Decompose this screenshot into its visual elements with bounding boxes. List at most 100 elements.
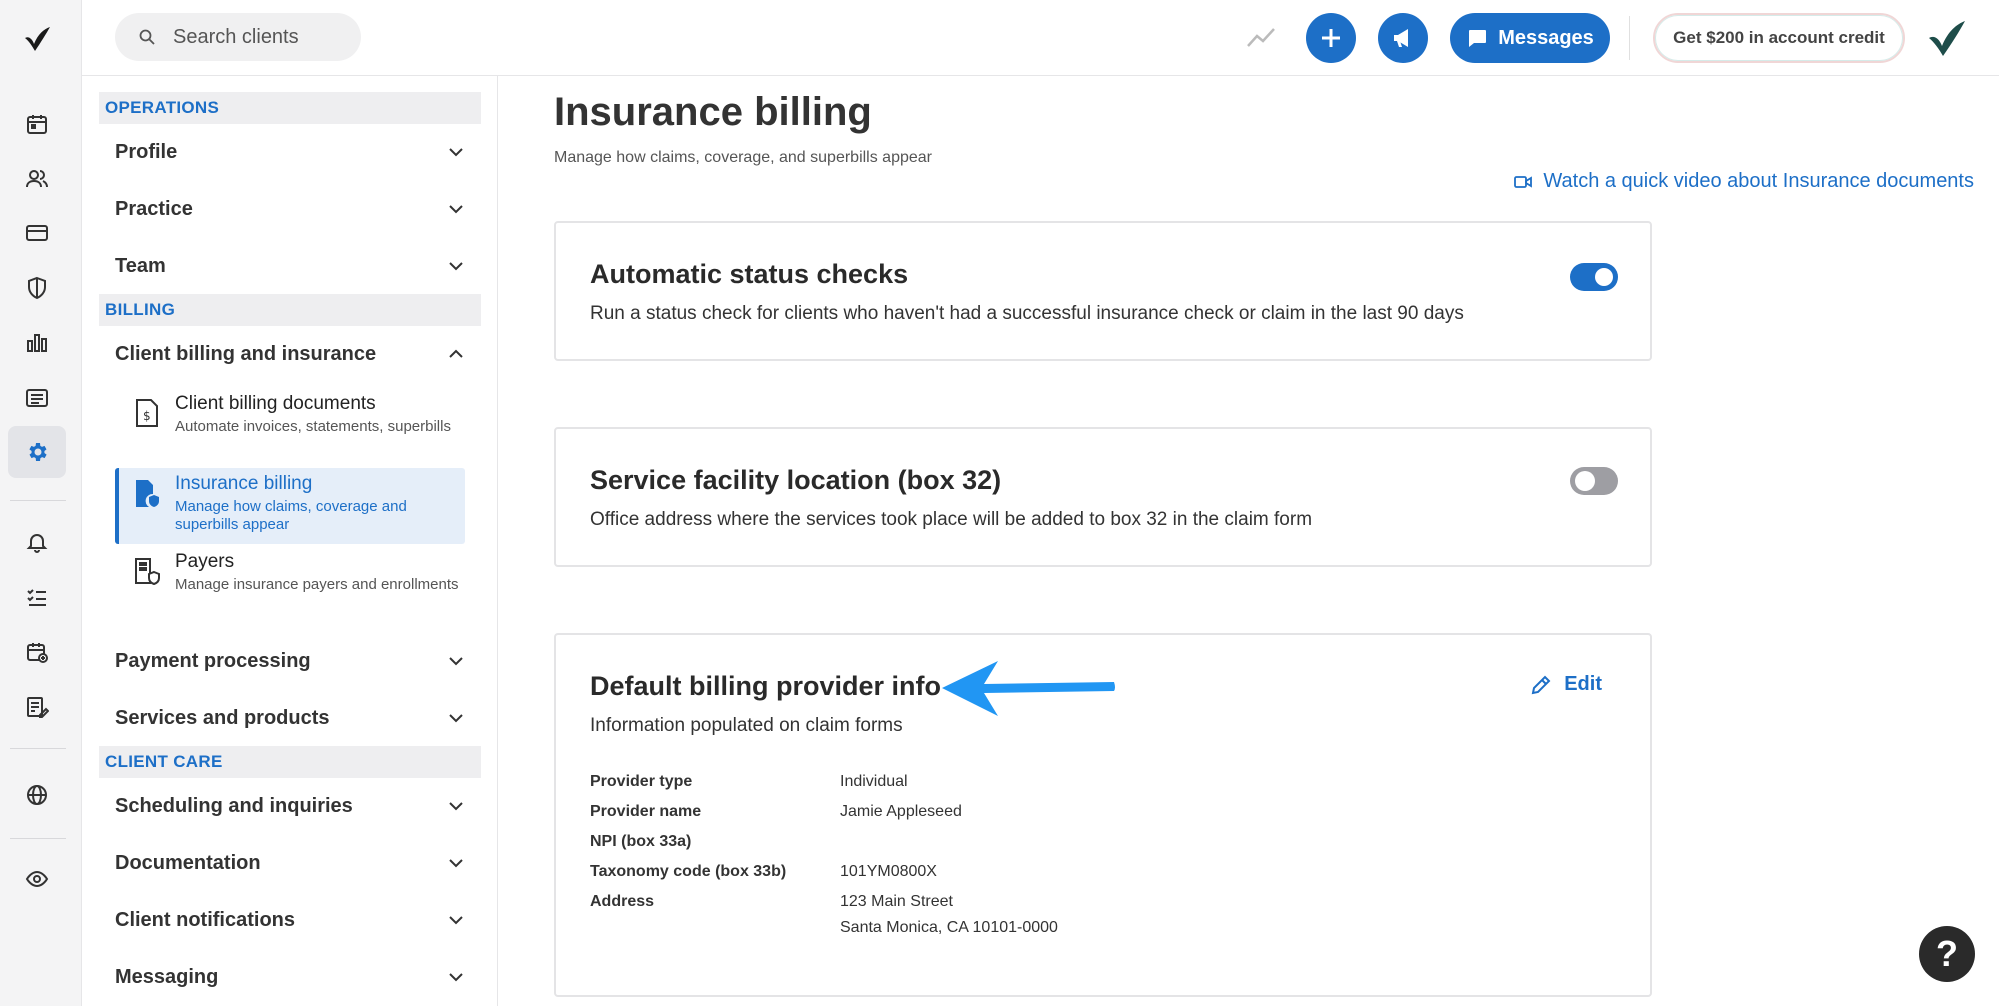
service-facility-toggle[interactable] <box>1570 467 1618 495</box>
subnav-payers[interactable]: Payers Manage insurance payers and enrol… <box>115 550 465 626</box>
watch-video-link[interactable]: Watch a quick video about Insurance docu… <box>1494 170 1974 193</box>
account-credit-button[interactable]: Get $200 in account credit <box>1653 13 1905 63</box>
plus-icon <box>1322 29 1340 47</box>
detail-key: Address <box>590 893 655 910</box>
pencil-icon <box>1531 675 1551 694</box>
nav-item-client-billing-insurance[interactable]: Client billing and insurance <box>115 334 465 374</box>
brand-logo-icon[interactable] <box>1925 16 1969 60</box>
nav-item-label: Profile <box>115 140 178 163</box>
provider-detail-row: Santa Monica, CA 10101-0000 <box>590 917 1290 939</box>
service-facility-location-card: Service facility location (box 32) Offic… <box>554 427 1652 567</box>
rail-divider <box>10 838 66 839</box>
nav-item-label: Client notifications <box>115 908 295 931</box>
insurance-document-icon <box>136 480 159 507</box>
page-title: Insurance billing <box>554 90 872 134</box>
chevron-down-icon <box>449 859 463 868</box>
provider-detail-row: Address 123 Main Street <box>590 891 1290 913</box>
app-logo-icon[interactable] <box>22 24 52 54</box>
add-button[interactable] <box>1306 13 1356 63</box>
nav-item-payment-processing[interactable]: Payment processing <box>115 641 465 681</box>
notifications-bell-icon[interactable] <box>22 527 52 557</box>
card-description: Information populated on claim forms <box>590 715 903 736</box>
annotation-arrow-icon <box>942 661 1115 716</box>
edit-provider-button[interactable]: Edit <box>1530 673 1602 696</box>
chevron-down-icon <box>449 916 463 925</box>
nav-item-label: Scheduling and inquiries <box>115 794 353 817</box>
search-icon <box>139 29 155 45</box>
chat-bubble-icon <box>1469 30 1487 47</box>
chevron-down-icon <box>449 205 463 214</box>
chevron-down-icon <box>449 148 463 157</box>
main-content: Insurance billing Manage how claims, cov… <box>554 76 1974 1006</box>
settings-gear-icon[interactable] <box>22 437 52 467</box>
preview-eye-icon[interactable] <box>22 864 52 894</box>
subnav-client-billing-documents[interactable]: $ Client billing documents Automate invo… <box>115 392 465 468</box>
detail-key: Taxonomy code (box 33b) <box>590 863 787 880</box>
subnav-desc: Manage how claims, coverage and superbil… <box>175 498 407 533</box>
megaphone-icon <box>1394 29 1408 47</box>
detail-value: Santa Monica, CA 10101-0000 <box>840 919 1058 936</box>
nav-item-label: Client billing and insurance <box>115 342 377 365</box>
subnav-desc: Manage insurance payers and enrollments <box>175 576 459 593</box>
billing-card-icon[interactable] <box>22 218 52 248</box>
rail-divider <box>10 500 66 501</box>
status-checks-toggle[interactable] <box>1570 263 1618 291</box>
chevron-down-icon <box>449 262 463 271</box>
provider-details: Provider type Individual Provider name J… <box>590 771 1290 947</box>
settings-sidebar: OPERATIONS Profile Practice Team BILLING… <box>82 76 498 1006</box>
nav-item-practice[interactable]: Practice <box>115 189 465 229</box>
chevron-down-icon <box>449 802 463 811</box>
nav-item-client-notifications[interactable]: Client notifications <box>115 900 465 940</box>
nav-item-team[interactable]: Team <box>115 246 465 286</box>
nav-item-scheduling[interactable]: Scheduling and inquiries <box>115 786 465 826</box>
search-input[interactable] <box>173 25 343 49</box>
provider-detail-row: Taxonomy code (box 33b) 101YM0800X <box>590 861 1290 883</box>
reports-edit-icon[interactable] <box>22 692 52 722</box>
help-button[interactable]: ? <box>1919 926 1975 982</box>
app-rail <box>0 0 82 1006</box>
card-title: Service facility location (box 32) <box>590 465 1002 495</box>
chevron-down-icon <box>449 714 463 723</box>
toggle-knob <box>1575 471 1595 491</box>
insurance-shield-icon[interactable] <box>22 273 52 303</box>
section-heading-billing: BILLING <box>99 294 481 326</box>
page-subtitle: Manage how claims, coverage, and superbi… <box>554 149 932 166</box>
detail-value: Individual <box>840 773 908 790</box>
tasks-checklist-icon[interactable] <box>22 582 52 612</box>
subnav-title: Client billing documents <box>175 393 376 414</box>
calendar-icon[interactable] <box>22 109 52 139</box>
detail-key: Provider name <box>590 803 702 820</box>
subnav-insurance-billing[interactable]: Insurance billing Manage how claims, cov… <box>115 468 465 544</box>
nav-item-label: Services and products <box>115 706 330 729</box>
nav-item-services-products[interactable]: Services and products <box>115 698 465 738</box>
subnav-title: Payers <box>175 551 235 572</box>
card-title: Automatic status checks <box>590 259 909 289</box>
nav-item-label: Messaging <box>115 965 219 988</box>
nav-item-label: Payment processing <box>115 649 311 672</box>
card-title: Default billing provider info <box>590 671 941 701</box>
analytics-icon[interactable] <box>22 328 52 358</box>
provider-detail-row: Provider type Individual <box>590 771 1290 793</box>
activity-list-icon[interactable] <box>22 383 52 413</box>
search-box[interactable] <box>115 13 361 61</box>
detail-value: 123 Main Street <box>840 893 953 910</box>
rail-divider <box>10 748 66 749</box>
clients-icon[interactable] <box>22 164 52 194</box>
nav-item-messaging[interactable]: Messaging <box>115 957 465 997</box>
watch-video-label: Watch a quick video about Insurance docu… <box>1543 170 1974 192</box>
section-heading-client-care: CLIENT CARE <box>99 746 481 778</box>
edit-label: Edit <box>1564 673 1602 695</box>
payers-building-icon <box>135 558 160 586</box>
nav-item-label: Documentation <box>115 851 261 874</box>
subnav-title: Insurance billing <box>175 473 313 494</box>
trend-line-icon[interactable] <box>1245 22 1277 54</box>
announcements-button[interactable] <box>1378 13 1428 63</box>
detail-value: 101YM0800X <box>840 863 937 880</box>
nav-item-label: Practice <box>115 197 193 220</box>
globe-icon[interactable] <box>22 780 52 810</box>
nav-item-documentation[interactable]: Documentation <box>115 843 465 883</box>
svg-text:$: $ <box>143 409 151 423</box>
messages-button[interactable]: Messages <box>1450 13 1610 63</box>
calendar-add-icon[interactable] <box>22 637 52 667</box>
nav-item-profile[interactable]: Profile <box>115 132 465 172</box>
